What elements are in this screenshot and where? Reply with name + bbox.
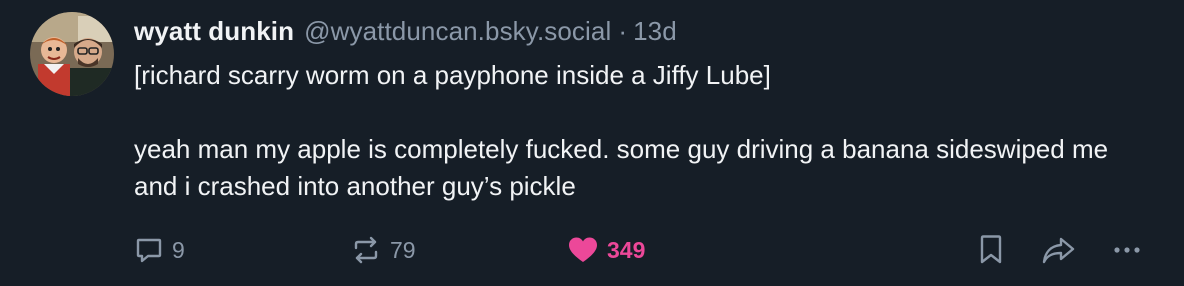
post-actions: 9 79 349 [0, 228, 1184, 272]
bookmark-button[interactable] [977, 228, 1005, 272]
post-timestamp[interactable]: 13d [633, 16, 677, 47]
post[interactable]: wyatt dunkin @wyattduncan.bsky.social · … [0, 0, 1184, 286]
bookmark-icon [977, 234, 1005, 266]
avatar[interactable] [30, 12, 114, 96]
repost-icon [350, 235, 382, 265]
reply-icon [134, 235, 164, 265]
like-button[interactable]: 349 [567, 228, 645, 272]
reply-button[interactable]: 9 [134, 228, 185, 272]
post-body: [richard scarry worm on a payphone insid… [134, 57, 1144, 205]
like-count: 349 [607, 236, 646, 263]
post-text-paragraph: [richard scarry worm on a payphone insid… [134, 60, 771, 90]
heart-icon [567, 235, 599, 265]
more-icon [1112, 235, 1142, 265]
repost-button[interactable]: 79 [350, 228, 416, 272]
author-display-name[interactable]: wyatt dunkin [134, 16, 294, 47]
share-button[interactable] [1041, 228, 1077, 272]
share-icon [1041, 234, 1077, 266]
post-header: wyatt dunkin @wyattduncan.bsky.social · … [134, 12, 677, 50]
post-text-paragraph: yeah man my apple is completely fucked. … [134, 134, 1109, 201]
more-options-button[interactable] [1112, 228, 1142, 272]
author-handle[interactable]: @wyattduncan.bsky.social [304, 16, 611, 47]
header-separator: · [618, 15, 628, 46]
repost-count: 79 [390, 236, 416, 263]
reply-count: 9 [172, 236, 185, 263]
